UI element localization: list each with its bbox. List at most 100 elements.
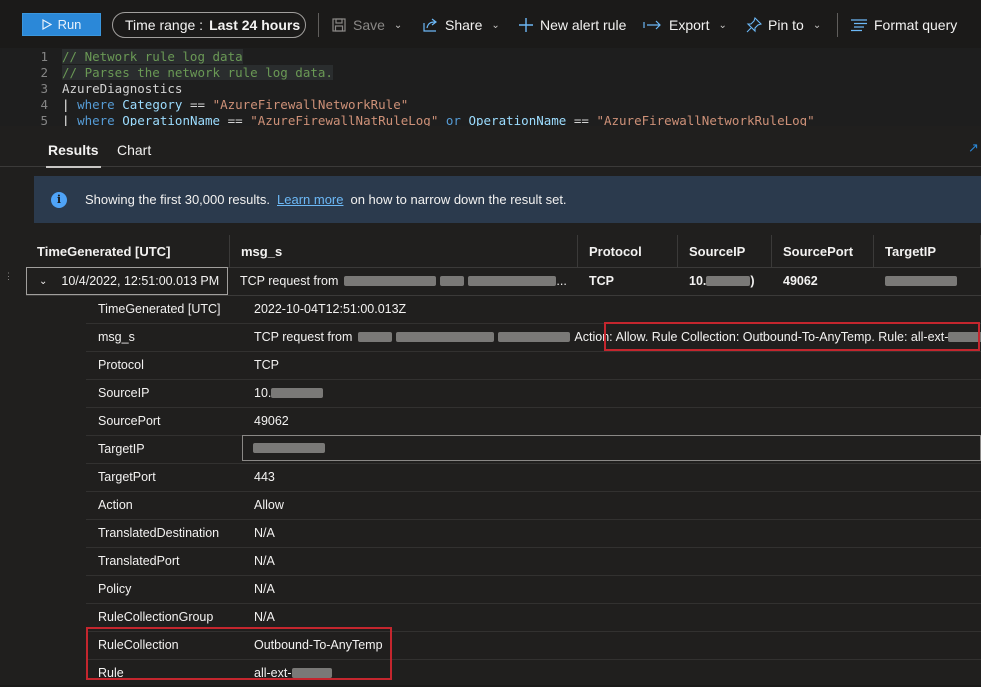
detail-row-translated-port: TranslatedPort N/A <box>86 547 981 576</box>
detail-row-sourceip: SourceIP 10. <box>86 379 981 408</box>
redacted-text <box>253 443 325 453</box>
detail-key: TranslatedPort <box>98 554 180 568</box>
sourceip-cell: 10. ) <box>678 267 772 295</box>
column-header-sourceip[interactable]: SourceIP <box>678 235 772 267</box>
detail-row-translated-destination: TranslatedDestination N/A <box>86 519 981 548</box>
sourceport-cell: 49062 <box>783 274 818 288</box>
plus-icon <box>519 18 533 32</box>
chevron-down-icon: ⌄ <box>393 19 403 31</box>
pin-to-button[interactable]: Pin to ⌄ <box>746 13 821 37</box>
redacted-text <box>396 332 495 342</box>
run-label: Run <box>57 17 82 32</box>
column-header-timegenerated[interactable]: TimeGenerated [UTC] <box>26 235 230 267</box>
line-number: 2 <box>40 64 48 80</box>
sourceip-prefix: 10. <box>254 386 272 400</box>
highlight-box <box>86 627 392 680</box>
share-label: Share <box>445 17 483 33</box>
msg-prefix: TCP request from <box>254 330 353 344</box>
info-icon: i <box>51 191 67 208</box>
redacted-text <box>706 276 751 286</box>
sourceip-prefix: 10. <box>689 274 707 288</box>
column-header-sourceport[interactable]: SourcePort <box>772 235 874 267</box>
save-label: Save <box>353 17 385 33</box>
time-range-value: Last 24 hours <box>209 17 301 33</box>
toolbar-divider <box>318 13 319 37</box>
detail-value: 10. <box>254 379 324 407</box>
redacted-text <box>271 388 324 398</box>
chevron-down-icon[interactable]: ⌄ <box>39 276 47 287</box>
code-comment: // Parses the network rule log data. <box>62 64 333 80</box>
time-range-label: Time range : <box>125 17 204 33</box>
msg-ellipsis: ... <box>556 274 567 288</box>
redacted-text <box>468 276 557 286</box>
code-line: 4 | where Category == "AzureFirewallNetw… <box>0 96 981 112</box>
save-icon <box>332 18 346 32</box>
code-where-clause: | where Category == "AzureFirewallNetwor… <box>62 96 409 112</box>
time-range-button[interactable]: Time range : Last 24 hours <box>112 12 306 38</box>
code-line: 3 AzureDiagnostics <box>0 80 981 96</box>
redacted-text <box>344 276 437 286</box>
detail-value: N/A <box>254 554 275 568</box>
detail-value: 443 <box>254 470 275 484</box>
share-button[interactable]: Share ⌄ <box>422 13 500 37</box>
code-comment: // Network rule log data <box>62 48 243 64</box>
panel-resize-grip[interactable]: ⋮ <box>4 272 13 281</box>
detail-value-selected[interactable] <box>242 435 981 461</box>
tab-results[interactable]: Results <box>46 142 101 168</box>
detail-key: TranslatedDestination <box>98 526 220 540</box>
redacted-text <box>440 276 465 286</box>
format-query-label: Format query <box>874 17 958 33</box>
line-number: 1 <box>40 48 48 64</box>
format-query-button[interactable]: Format query <box>850 13 957 37</box>
highlight-box <box>604 322 980 351</box>
save-button[interactable]: Save ⌄ <box>331 13 402 37</box>
redacted-text <box>498 332 571 342</box>
detail-row-action: Action Allow <box>86 491 981 520</box>
detail-value: N/A <box>254 526 275 540</box>
detail-key: Action <box>98 498 133 512</box>
toolbar: Run Time range : Last 24 hours Save ⌄ Sh… <box>0 0 981 48</box>
column-header-protocol[interactable]: Protocol <box>578 235 678 267</box>
column-header-targetip[interactable]: TargetIP <box>874 235 981 267</box>
detail-key: msg_s <box>98 330 135 344</box>
run-button[interactable]: Run <box>22 13 101 36</box>
detail-row-policy: Policy N/A <box>86 575 981 604</box>
code-table-name: AzureDiagnostics <box>62 80 183 96</box>
line-number: 3 <box>40 80 48 96</box>
detail-key: TargetIP <box>98 442 145 456</box>
toolbar-divider <box>837 13 838 37</box>
detail-key: SourcePort <box>98 414 161 428</box>
protocol-cell: TCP <box>589 274 614 288</box>
msg-prefix: TCP request from <box>240 274 339 288</box>
export-button[interactable]: Export ⌄ <box>643 13 727 37</box>
detail-value: Allow <box>254 498 284 512</box>
detail-row-sourceport: SourcePort 49062 <box>86 407 981 436</box>
new-alert-rule-button[interactable]: New alert rule <box>518 13 626 37</box>
detail-key: TargetPort <box>98 470 156 484</box>
detail-key: Protocol <box>98 358 144 372</box>
info-text-after: on how to narrow down the result set. <box>350 192 567 207</box>
time-value: 10/4/2022, 12:51:00.013 PM <box>61 274 220 288</box>
pin-to-label: Pin to <box>768 17 804 33</box>
learn-more-link[interactable]: Learn more <box>277 192 343 207</box>
detail-value: TCP <box>254 358 279 372</box>
new-alert-label: New alert rule <box>540 17 627 33</box>
redacted-text <box>358 332 393 342</box>
detail-key: SourceIP <box>98 386 150 400</box>
redacted-text <box>885 276 957 286</box>
results-tabs: Results Chart ↗ <box>0 126 981 168</box>
detail-key: TimeGenerated [UTC] <box>98 302 221 316</box>
detail-row-protocol: Protocol TCP <box>86 351 981 380</box>
msg-cell: TCP request from ... <box>230 267 578 295</box>
chevron-down-icon: ⌄ <box>812 19 822 31</box>
detail-row-timegenerated: TimeGenerated [UTC] 2022-10-04T12:51:00.… <box>86 295 981 324</box>
detail-value: 2022-10-04T12:51:00.013Z <box>254 302 407 316</box>
chevron-down-icon: ⌄ <box>491 19 500 31</box>
query-editor[interactable]: 1 // Network rule log data 2 // Parses t… <box>0 48 981 128</box>
timegenerated-cell[interactable]: ⌄ 10/4/2022, 12:51:00.013 PM <box>26 267 228 295</box>
table-row[interactable]: ⌄ 10/4/2022, 12:51:00.013 PM TCP request… <box>26 267 981 296</box>
column-header-msg[interactable]: msg_s <box>230 235 578 267</box>
expand-icon[interactable]: ↗ <box>968 140 979 156</box>
export-arrow-icon <box>643 20 661 30</box>
tab-chart[interactable]: Chart <box>117 142 151 158</box>
